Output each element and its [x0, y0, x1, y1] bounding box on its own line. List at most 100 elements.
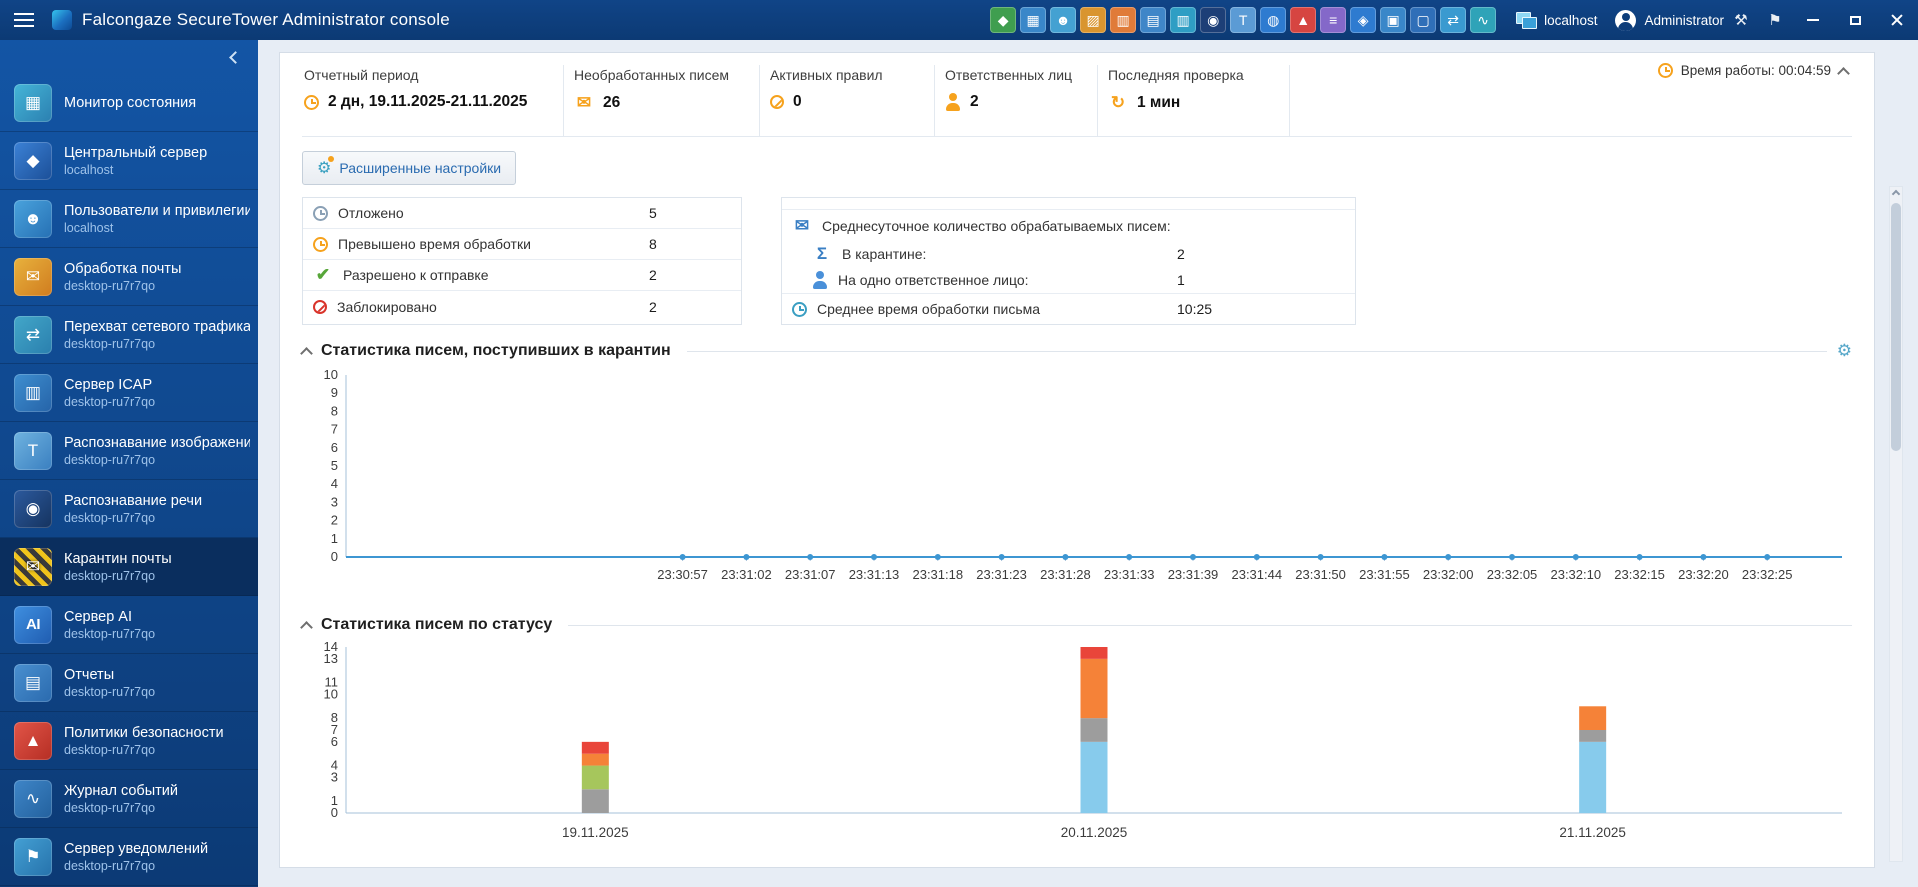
- user-label: Administrator: [1644, 12, 1724, 28]
- sidebar-item-reports[interactable]: ▤ Отчеты desktop-ru7r7qo: [0, 654, 258, 712]
- chart1-title: Статистика писем, поступивших в карантин: [321, 342, 671, 359]
- ban-icon: [313, 299, 327, 314]
- stat-label: Необработанных писем: [574, 67, 730, 83]
- console-icon[interactable]: ▢: [1410, 7, 1437, 33]
- sidebar-item-traffic-interception[interactable]: ⇄ Перехват сетевого трафика desktop-ru7r7q…: [0, 306, 258, 364]
- stat-value: 2 дн, 19.11.2025-21.11.2025: [328, 93, 528, 110]
- speech-recognition-icon: ◉: [14, 489, 52, 528]
- status-bar-chart-mount: 0 1 3 4 6 7 8 10 11 13 14 19.11.2025 20.11.2025 21.11…: [302, 641, 1852, 857]
- row-value: 5: [649, 205, 657, 221]
- sidebar-item-label: Сервер уведомлений: [64, 840, 209, 857]
- avg-processing-time-row: Среднее время обработки письма 10:25: [782, 293, 1355, 324]
- host-selector[interactable]: localhost: [1516, 12, 1597, 29]
- check-icon: ✔: [315, 265, 331, 284]
- speech-recognition-icon[interactable]: ◉: [1200, 7, 1227, 33]
- sidebar-item-label: Монитор состояния: [64, 94, 197, 111]
- overview-stat-row: Отчетный период 2 дн, 19.11.2025-21.11.20…: [302, 53, 1852, 137]
- quarantine-line-chart: 0 1 2 3 4 5 6 7 8 9 10 23:30:57 23:31:02 23:31:07 23:3…: [324, 367, 1842, 582]
- row-value: 2: [649, 267, 657, 283]
- sidebar-item-sub: desktop-ru7r7qo: [64, 336, 156, 351]
- sidebar-item-ai-server[interactable]: AI Сервер AI desktop-ru7r7qo: [0, 596, 258, 654]
- sidebar-collapse-button[interactable]: [0, 40, 258, 74]
- announcement-icon[interactable]: ⚑: [1758, 11, 1792, 29]
- stat-value-row: 2 дн, 19.11.2025-21.11.2025: [304, 93, 563, 111]
- stat-label: Последняя проверка: [1108, 67, 1244, 83]
- shield-icon[interactable]: ◆: [990, 7, 1017, 33]
- mail-archive-icon[interactable]: ▨: [1080, 7, 1107, 33]
- data-point: [1062, 554, 1069, 560]
- image-recognition-icon[interactable]: T: [1230, 7, 1257, 33]
- sidebar-item-sub: desktop-ru7r7qo: [64, 684, 156, 699]
- bar-segment-overtime-orange: [1080, 658, 1108, 719]
- statistics-icon[interactable]: ≡: [1320, 7, 1347, 33]
- data-point: [743, 554, 750, 560]
- security-policies-icon[interactable]: ▲: [1290, 7, 1317, 33]
- main-scrollbar[interactable]: [1889, 186, 1903, 862]
- scroll-up-icon[interactable]: [1891, 189, 1901, 199]
- central-server-icon: ◆: [14, 141, 52, 180]
- svg-text:23:31:39: 23:31:39: [1168, 567, 1219, 582]
- uptime-badge: Время работы: 00:04:59: [1657, 63, 1850, 80]
- scrollbar-thumb[interactable]: [1891, 203, 1901, 451]
- sidebar-item-mail-quarantine[interactable]: ✉ Карантин почты desktop-ru7r7qo: [0, 538, 258, 596]
- quarantine-line-chart-mount: 0 1 2 3 4 5 6 7 8 9 10 23:30:57 23:31:02 23:31:07 23:3…: [302, 367, 1852, 599]
- clock-icon: [313, 236, 328, 252]
- network-icon[interactable]: ⇄: [1440, 7, 1467, 33]
- bar-segment-overtime-orange: [581, 753, 609, 766]
- minimize-button[interactable]: [1792, 0, 1834, 40]
- status-count-row: Отложено 5: [303, 198, 741, 229]
- chart1-settings-icon[interactable]: ⚙: [1837, 341, 1852, 361]
- web-icon[interactable]: ◍: [1260, 7, 1287, 33]
- stat-value-row: 2: [945, 93, 1097, 111]
- maximize-button[interactable]: [1834, 0, 1876, 40]
- mail-processing-icon[interactable]: ▥: [1110, 7, 1137, 33]
- row-label: Среднесуточное количество обрабатываемых…: [822, 217, 1171, 234]
- data-point: [871, 554, 877, 560]
- svg-text:21.11.2025: 21.11.2025: [1559, 825, 1626, 840]
- ai-server-icon: AI: [14, 605, 52, 644]
- sidebar-item-security-policies[interactable]: ▲ Политики безопасности desktop-ru7r7qo: [0, 712, 258, 770]
- row-value: 10:25: [1177, 301, 1213, 317]
- status-chart-section: Статистика писем по статусу 0 1 3 4 6 7 8 10 11 1…: [300, 615, 1852, 857]
- stat-value-row: ✉ 26: [574, 93, 759, 113]
- close-button[interactable]: [1876, 0, 1918, 40]
- clipped-row: [782, 198, 1355, 210]
- svg-text:23:31:07: 23:31:07: [785, 567, 836, 582]
- sidebar-item-label: Карантин почты: [64, 550, 172, 567]
- sidebar-item-sub: localhost: [64, 162, 114, 177]
- collapse-chart1-icon[interactable]: [300, 347, 313, 360]
- data-point: [1190, 554, 1196, 560]
- endpoint-icon[interactable]: ▣: [1380, 7, 1407, 33]
- sidebar-item-notification-server[interactable]: ⚑ Сервер уведомлений desktop-ru7r7qo: [0, 828, 258, 886]
- documents-icon[interactable]: ▤: [1140, 7, 1167, 33]
- ai-server-icon[interactable]: ◈: [1350, 7, 1377, 33]
- sidebar-item-sub: desktop-ru7r7qo: [64, 278, 156, 293]
- advanced-settings-button[interactable]: ⚙ Расширенные настройки: [302, 151, 517, 185]
- sidebar-item-icap-server[interactable]: ▥ Сервер ICAP desktop-ru7r7qo: [0, 364, 258, 422]
- users-icon[interactable]: ☻: [1050, 7, 1077, 33]
- sidebar-item-event-log[interactable]: ∿ Журнал событий desktop-ru7r7qo: [0, 770, 258, 828]
- traffic-interception-icon: ⇄: [14, 315, 52, 354]
- data-flow-icon[interactable]: ∿: [1470, 7, 1497, 33]
- sidebar-item-mail-processing[interactable]: ✉ Обработка почты desktop-ru7r7qo: [0, 248, 258, 306]
- quarantine-dashboard-card: Время работы: 00:04:59 Отчетный период 2 …: [279, 52, 1875, 868]
- tools-icon[interactable]: ⚒: [1724, 11, 1758, 29]
- sidebar-item-label: Центральный сервер: [64, 144, 208, 161]
- sidebar-item-central-server[interactable]: ◆ Центральный сервер localhost: [0, 132, 258, 190]
- status-counts-panel: Отложено 5 Превышено время обработки 8 ✔ Разр…: [302, 197, 742, 325]
- collapse-chart2-icon[interactable]: [300, 621, 313, 634]
- sidebar-item-status-monitor[interactable]: ▦ Монитор состояния: [0, 74, 258, 132]
- sidebar-item-speech-recognition[interactable]: ◉ Распознавание речи desktop-ru7r7qo: [0, 480, 258, 538]
- status-monitor-icon[interactable]: ▦: [1020, 7, 1047, 33]
- sidebar-item-users-privileges[interactable]: ☻ Пользователи и привилегии localhost: [0, 190, 258, 248]
- svg-text:23:31:33: 23:31:33: [1104, 567, 1155, 582]
- stat-value: 26: [603, 94, 621, 111]
- sidebar-item-image-recognition[interactable]: T Распознавание изображений desktop-ru7r7q…: [0, 422, 258, 480]
- bar-segment-overtime-orange: [1579, 706, 1607, 730]
- sidebar-item-label: Сервер AI: [64, 608, 132, 625]
- icap-icon[interactable]: ▥: [1170, 7, 1197, 33]
- user-menu[interactable]: Administrator: [1615, 9, 1724, 31]
- bar-segment-deferred-gray: [1579, 730, 1607, 742]
- menu-icon[interactable]: [14, 13, 48, 27]
- collapse-overview-icon[interactable]: [1837, 66, 1850, 80]
